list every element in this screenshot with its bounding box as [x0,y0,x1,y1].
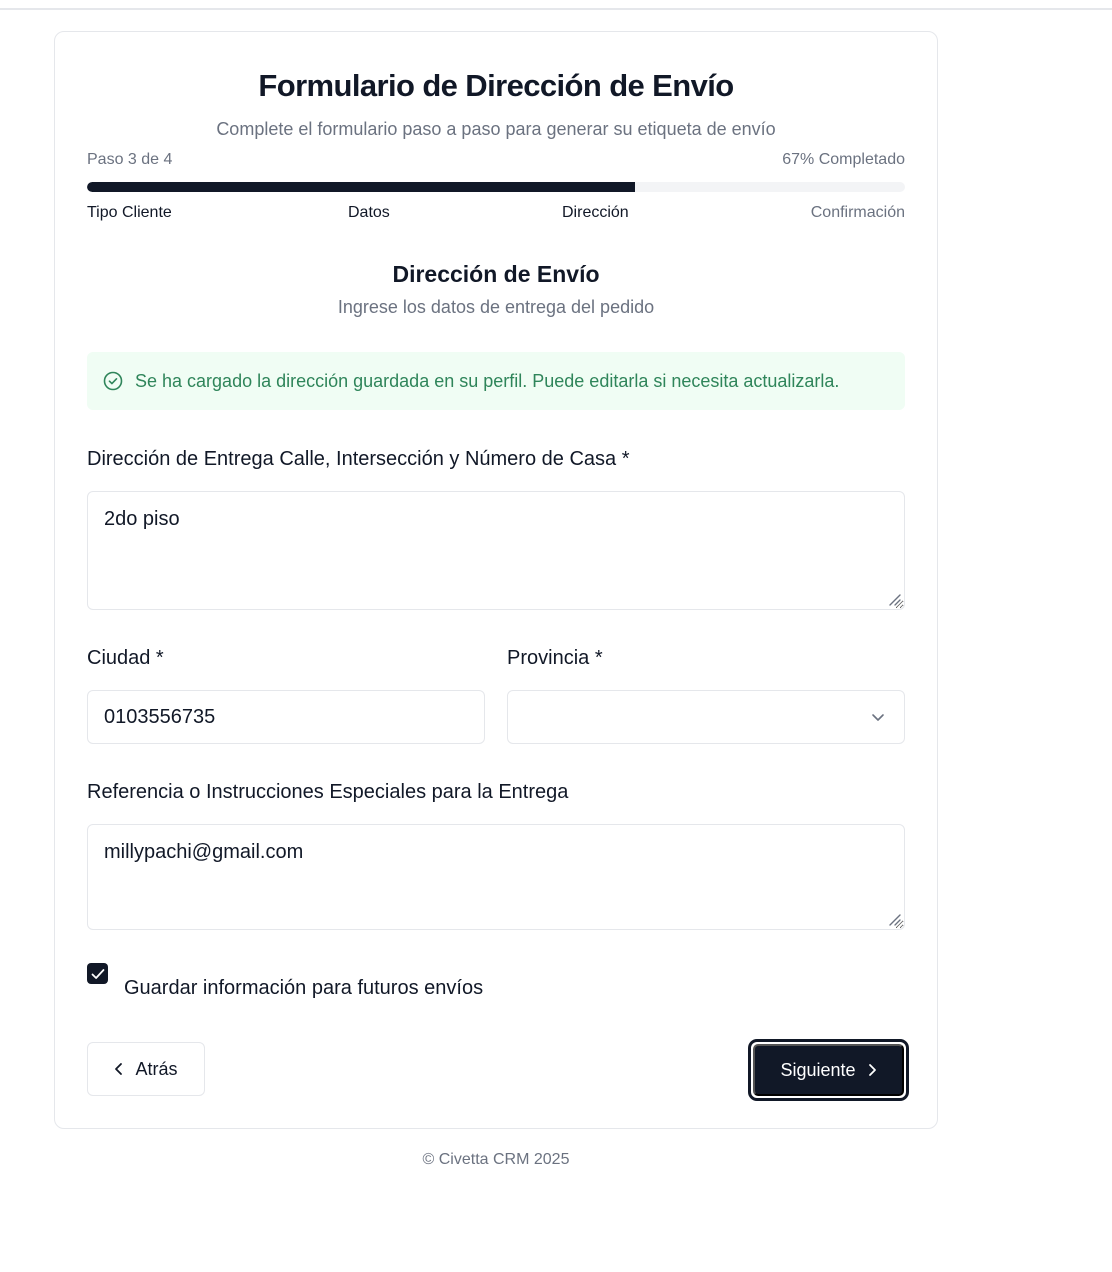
alert-message: Se ha cargado la dirección guardada en s… [135,370,840,391]
step-confirmacion: Confirmación [810,204,905,221]
back-button-label: Atrás [135,1058,178,1079]
chevron-right-icon [868,1064,876,1076]
save-info-label[interactable]: Guardar información para futuros envíos [124,977,483,1000]
form-card: Formulario de Dirección de Envío Complet… [54,31,938,1129]
footer-copyright: © Civetta CRM 2025 [422,1151,570,1168]
section-title: Dirección de Envío [392,261,600,287]
page-title: Formulario de Dirección de Envío [258,68,734,103]
address-textarea[interactable]: 2do piso [87,491,905,610]
save-info-checkbox[interactable] [87,963,108,984]
reference-label: Referencia o Instrucciones Especiales pa… [87,781,569,803]
chevron-down-icon [872,714,884,721]
progress-bar-fill [87,182,636,192]
back-button[interactable]: Atrás [87,1042,205,1096]
percent-complete: 67% Completado [782,151,905,168]
progress-bar [87,182,905,192]
city-input[interactable] [87,690,485,744]
progress-header: Paso 3 de 4 67% Completado [87,151,905,169]
reference-textarea[interactable]: millypachi@gmail.com [87,824,905,930]
step-datos: Datos [348,204,390,221]
step-counter: Paso 3 de 4 [87,151,173,168]
next-button[interactable]: Siguiente [753,1044,904,1096]
next-button-label: Siguiente [780,1059,856,1080]
province-label: Provincia * [507,647,603,669]
address-label: Dirección de Entrega Calle, Intersección… [87,448,630,470]
saved-address-alert: Se ha cargado la dirección guardada en s… [87,352,905,410]
check-circle-icon [103,371,123,391]
checkmark-icon [91,968,104,979]
step-tipo-cliente: Tipo Cliente [87,204,172,221]
city-label: Ciudad * [87,647,164,669]
province-select[interactable] [507,690,905,744]
chevron-left-icon [115,1063,123,1075]
page-subtitle: Complete el formulario paso a paso para … [216,119,776,139]
step-labels: Tipo Cliente Datos Dirección Confirmació… [87,204,905,226]
top-divider [0,8,1112,10]
step-direccion: Dirección [562,204,629,221]
next-button-focus-ring: Siguiente [748,1039,909,1101]
section-subtitle: Ingrese los datos de entrega del pedido [337,297,655,317]
